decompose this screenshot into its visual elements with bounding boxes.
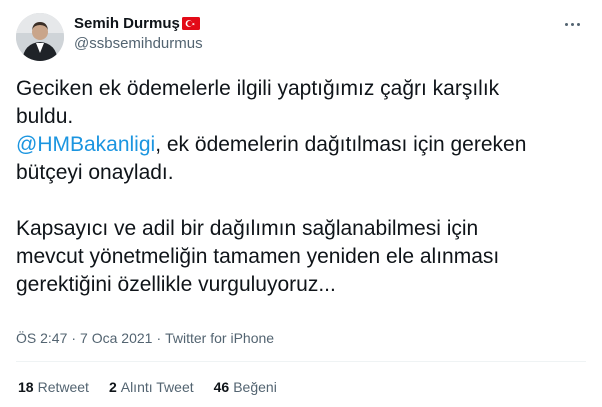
retweets-label: Retweet [37,379,89,395]
likes-stat[interactable]: 46 Beğeni [214,379,277,395]
tweet-line: Geciken ek ödemelerle ilgili yaptığımız … [16,77,500,100]
tweet-meta: ÖS 2:47 · 7 Oca 2021 · Twitter for iPhon… [16,330,274,346]
mention-link[interactable]: @HMBakanligi [16,133,155,156]
tweet-line: @HMBakanligi, ek ödemelerin dağıtılması … [16,131,586,159]
tweet-line: buldu. [16,105,74,128]
tweet-time[interactable]: ÖS 2:47 [16,330,67,346]
tweet-text: Geciken ek ödemelerle ilgili yaptığımız … [16,75,586,299]
likes-label: Beğeni [233,379,277,395]
quotes-stat[interactable]: 2 Alıntı Tweet [109,379,194,395]
tweet-line: gerektiğini özellikle vurguluyoruz... [16,273,336,296]
avatar-image [16,13,64,61]
tweet-source[interactable]: Twitter for iPhone [165,330,274,346]
quotes-count: 2 [108,379,117,395]
more-options-icon[interactable] [560,14,584,34]
display-name[interactable]: Semih Durmuş [74,15,180,32]
divider [16,361,586,362]
tweet-line: bütçeyi onayladı. [16,161,174,184]
retweets-stat[interactable]: 18 Retweet [18,379,89,395]
likes-count: 46 [213,379,230,395]
tweet-line: mevcut yönetmeliğin tamamen yeniden ele … [16,245,500,268]
meta-separator: · [71,330,77,346]
user-handle[interactable]: @ssbsemihdurmus [74,35,203,52]
name-row: Semih Durmuş [74,14,200,33]
avatar[interactable] [16,13,64,61]
tweet-card: Semih Durmuş @ssbsemihdurmus Geciken ek … [0,0,602,407]
quotes-label: Alıntı Tweet [120,379,194,395]
retweets-count: 18 [18,379,34,395]
engagement-stats: 18 Retweet 2 Alıntı Tweet 46 Beğeni [18,379,297,395]
tweet-date[interactable]: 7 Oca 2021 [80,330,152,346]
tweet-line: Kapsayıcı ve adil bir dağılımın sağlanab… [16,217,479,240]
meta-separator: · [156,330,162,346]
tweet-text-fragment: , ek ödemelerin dağıtılması için gereken [155,133,527,156]
turkey-flag-icon [181,17,200,30]
